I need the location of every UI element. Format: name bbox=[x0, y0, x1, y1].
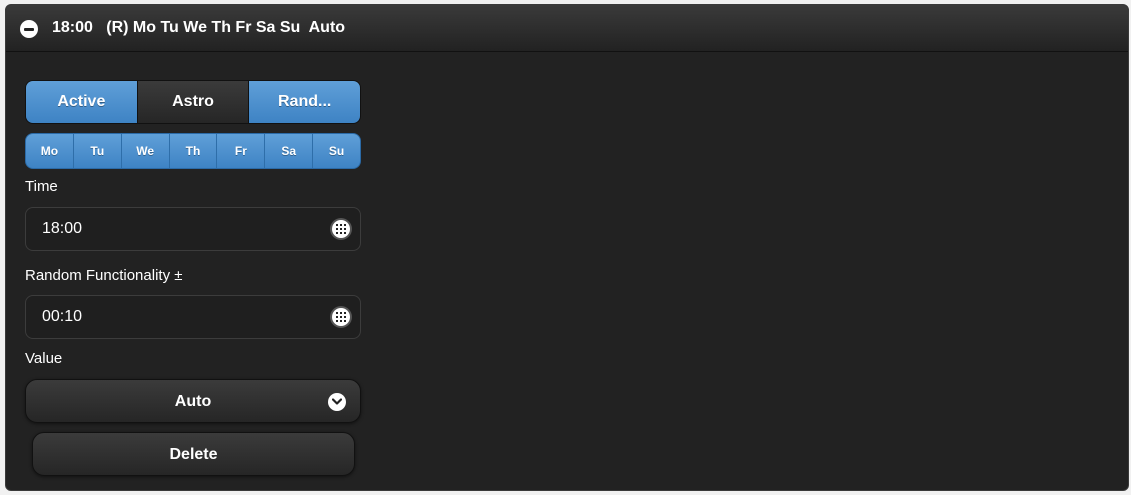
active-button[interactable]: Active bbox=[26, 81, 137, 123]
random-field[interactable]: 00:10 bbox=[25, 295, 361, 339]
day-toggle-tu[interactable]: Tu bbox=[74, 134, 122, 168]
time-value: 18:00 bbox=[42, 220, 83, 237]
random-value: 00:10 bbox=[42, 308, 83, 325]
random-label: Random Functionality ± bbox=[25, 267, 183, 284]
astro-button[interactable]: Astro bbox=[136, 81, 250, 123]
chevron-down-icon bbox=[328, 393, 346, 411]
schedule-panel: 18:00 (R) Mo Tu We Th Fr Sa Su Auto Acti… bbox=[5, 4, 1129, 491]
header-title: 18:00 (R) Mo Tu We Th Fr Sa Su Auto bbox=[52, 19, 346, 36]
day-toggle-fr[interactable]: Fr bbox=[217, 134, 266, 168]
schedule-header[interactable]: 18:00 (R) Mo Tu We Th Fr Sa Su Auto bbox=[6, 5, 1128, 52]
collapse-icon[interactable] bbox=[20, 20, 38, 38]
time-field[interactable]: 18:00 bbox=[25, 207, 361, 251]
day-toggle-th[interactable]: Th bbox=[170, 134, 218, 168]
value-select[interactable]: Auto bbox=[25, 379, 361, 423]
day-toggle-we[interactable]: We bbox=[122, 134, 170, 168]
day-toggle-mo[interactable]: Mo bbox=[26, 134, 74, 168]
day-toggle-su[interactable]: Su bbox=[313, 134, 360, 168]
delete-label: Delete bbox=[169, 446, 218, 463]
delete-button[interactable]: Delete bbox=[32, 432, 355, 476]
random-button[interactable]: Rand... bbox=[249, 81, 360, 123]
time-label: Time bbox=[25, 178, 58, 195]
weekday-selector: Mo Tu We Th Fr Sa Su bbox=[25, 133, 361, 169]
mode-segmented-control: Active Astro Rand... bbox=[25, 80, 361, 124]
grid-icon[interactable] bbox=[332, 220, 350, 238]
grid-icon[interactable] bbox=[332, 308, 350, 326]
day-toggle-sa[interactable]: Sa bbox=[265, 134, 314, 168]
value-label: Value bbox=[25, 350, 63, 367]
value-selected: Auto bbox=[174, 393, 212, 410]
